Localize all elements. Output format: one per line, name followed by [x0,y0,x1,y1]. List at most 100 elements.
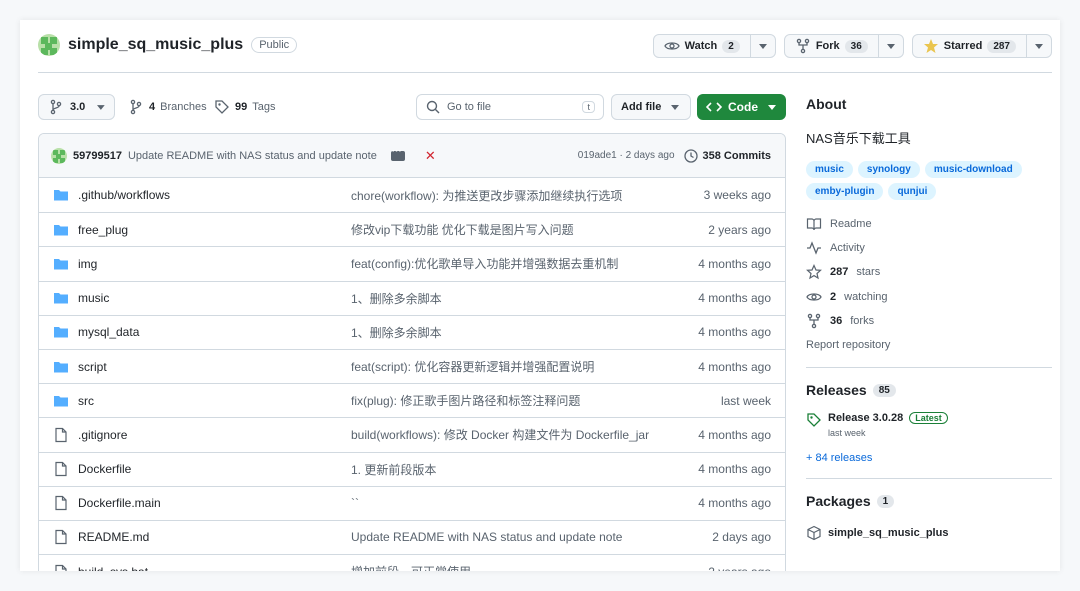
go-to-file-input[interactable]: Go to file t [416,94,604,120]
chevron-down-icon [1035,43,1043,49]
star-button-group: Starred 287 [911,34,1052,58]
file-name-cell[interactable]: img [53,256,351,272]
history-icon [683,148,698,163]
file-commit-message[interactable]: `` [351,496,661,510]
commit-author[interactable]: 59799517 [73,150,122,162]
file-name: Dockerfile.main [78,496,161,511]
file-commit-message[interactable]: 1、删除多余脚本 [351,324,661,341]
activity-label: Activity [830,242,865,255]
file-commit-message[interactable]: feat(script): 优化容器更新逻辑并增强配置说明 [351,358,661,375]
tags-label: Tags [252,101,276,113]
tags-link[interactable]: 99 Tags [214,94,276,120]
file-commit-time: 4 months ago [698,256,771,271]
stars-count: 287 [830,266,849,279]
forks-label: forks [850,314,875,327]
latest-commit-bar: 59799517 Update README with NAS status a… [39,134,785,178]
branch-icon [50,99,62,115]
file-name-cell[interactable]: .gitignore [53,427,351,443]
file-commit-message[interactable]: build(workflows): 修改 Docker 构建文件为 Docker… [351,426,661,443]
file-name: img [78,256,98,271]
repo-name[interactable]: simple_sq_music_plus [68,36,243,54]
file-commit-time: 4 months ago [698,291,771,306]
chevron-down-icon [758,43,767,49]
file-name-cell[interactable]: Dockerfile [53,461,351,477]
repo-avatar[interactable] [38,34,60,56]
folder-icon [54,395,68,407]
folder-icon [54,327,68,338]
fork-count: 36 [844,39,868,53]
file-name-cell[interactable]: .github/workflows [53,187,351,203]
stars-label: stars [856,266,881,279]
file-name-cell[interactable]: Dockerfile.main [53,495,351,511]
file-name-cell[interactable]: build_sys.bat [53,564,351,571]
file-row: src fix(plug): 修正歌手图片路径和标签注释问题 last week [39,383,785,417]
file-name-cell[interactable]: free_plug [53,222,351,238]
branch-select-button[interactable]: 3.0 [38,94,115,120]
latest-release[interactable]: Release 3.0.28 Latest last week [806,412,1052,438]
folder-icon [54,258,68,270]
file-name: README.md [78,530,150,545]
file-commit-message[interactable]: 1. 更新前段版本 [351,461,661,478]
branches-link[interactable]: 4 Branches [128,94,207,120]
readme-link[interactable]: Readme [806,212,1052,236]
repo-actions: Watch 2 Fork 36 Starred 287 [652,34,1052,58]
package-item[interactable]: simple_sq_music_plus [806,525,1052,541]
watch-button[interactable]: Watch 2 [654,35,751,57]
topic-tag[interactable]: music [806,161,853,178]
file-commit-message[interactable]: 修改vip下载功能 优化下载是图片写入问题 [351,221,661,238]
file-commit-message[interactable]: Update README with NAS status and update… [351,530,661,544]
file-name-cell[interactable]: README.md [53,529,351,545]
folder-icon [54,361,68,373]
code-button[interactable]: Code [697,94,786,120]
release-name: Release 3.0.28 [828,412,904,425]
file-name-cell[interactable]: mysql_data [53,324,351,340]
file-commit-time: 4 months ago [698,496,771,511]
file-commit-message[interactable]: fix(plug): 修正歌手图片路径和标签注释问题 [351,392,661,409]
file-commit-message[interactable]: 1、删除多余脚本 [351,290,661,307]
file-row: free_plug 修改vip下载功能 优化下载是图片写入问题 2 years ag… [39,212,785,246]
file-row: .github/workflows chore(workflow): 为推送更改步… [39,178,785,212]
package-icon [807,525,821,541]
commit-author-avatar[interactable] [51,147,67,164]
commit-sha-date[interactable]: 019ade1 · 2 days ago [578,150,675,161]
packages-heading[interactable]: Packages 1 [806,493,1052,509]
file-name: .github/workflows [78,188,171,203]
ellipsis-icon[interactable] [390,146,405,161]
commit-message[interactable]: Update README with NAS status and update… [128,150,377,162]
file-commit-message[interactable]: chore(workflow): 为推送更改步骤添加继续执行选项 [351,187,661,204]
file-name: script [78,359,107,374]
packages-count: 1 [876,494,895,508]
stars-link[interactable]: 287 stars [806,260,1052,284]
topic-tag[interactable]: music-download [924,161,1022,178]
commits-link[interactable]: 358 Commits [683,148,771,164]
file-name-cell[interactable]: script [53,359,351,375]
x-icon[interactable]: ✕ [425,148,436,164]
topic-tag[interactable]: synology [857,161,920,178]
file-row: Dockerfile.main `` 4 months ago [39,485,785,520]
about-title: About [806,96,847,112]
package-name: simple_sq_music_plus [828,527,949,540]
watching-link[interactable]: 2 watching [806,285,1052,309]
watch-dropdown[interactable] [751,35,775,57]
forks-link[interactable]: 36 forks [806,309,1052,333]
file-name: music [78,291,110,306]
report-repository-link[interactable]: Report repository [806,333,1052,357]
eye-icon [806,293,822,301]
fork-button[interactable]: Fork 36 [785,35,879,57]
more-releases-link[interactable]: + 84 releases [806,452,1052,464]
branch-icon [130,99,142,115]
file-name-cell[interactable]: src [53,393,351,409]
topic-tag[interactable]: qunjui [888,183,937,200]
add-file-button[interactable]: Add file [611,94,691,120]
activity-link[interactable]: Activity [806,236,1052,260]
topic-tag[interactable]: emby-plugin [806,183,884,200]
releases-title: Releases [806,382,867,399]
file-commit-message[interactable]: feat(config):优化歌单导入功能并增强数据去重机制 [351,255,661,272]
fork-dropdown[interactable] [879,35,903,57]
releases-heading[interactable]: Releases 85 [806,382,1052,398]
file-commit-time: 4 months ago [698,462,771,477]
star-dropdown[interactable] [1027,35,1051,57]
file-name-cell[interactable]: music [53,290,351,306]
star-button[interactable]: Starred 287 [913,35,1027,57]
file-commit-message[interactable]: 增加前段，可正常使用 [351,563,661,571]
